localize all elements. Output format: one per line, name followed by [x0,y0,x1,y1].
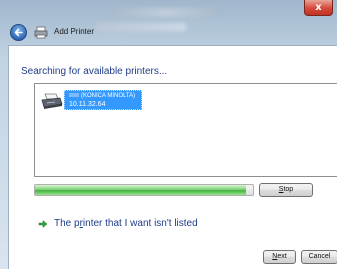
page-heading: Searching for available printers... [21,66,168,77]
next-label-rest: ext [277,253,287,260]
printer-list[interactable]: (KONICA MINOLTA) 10.11.32.64 [34,83,337,177]
window-title: Add Printer [54,27,95,36]
titlebar-blurred-text [112,8,220,17]
list-item[interactable]: (KONICA MINOLTA) 10.11.32.64 [41,90,151,112]
close-button[interactable]: x [304,0,333,16]
wizard-content: Searching for available printers... (KON… [8,45,337,269]
search-progress-bar [34,184,254,196]
back-arrow-icon [14,28,23,37]
cancel-button[interactable]: Cancel [301,250,337,264]
progress-fill [35,185,247,195]
back-button[interactable] [10,24,27,41]
window-frame: x Add Printer Searching for available pr… [0,0,337,269]
next-button[interactable]: Next [263,250,296,264]
printer-not-listed-label: The printer that I want isn't listed [54,218,198,229]
printer-selection[interactable]: (KONICA MINOLTA) 10.11.32.64 [64,90,142,110]
green-arrow-icon [38,219,48,229]
stop-label-rest: top [283,186,294,193]
printer-name: (KONICA MINOLTA) [81,93,136,99]
stop-button[interactable]: Stop [259,183,313,197]
redacted-text [69,93,79,98]
printer-icon [34,26,48,39]
printer-ip: 10.11.32.64 [69,101,106,108]
printer-icon [41,93,63,109]
titlebar-blurred-subtext [96,23,186,31]
close-icon: x [315,2,322,13]
